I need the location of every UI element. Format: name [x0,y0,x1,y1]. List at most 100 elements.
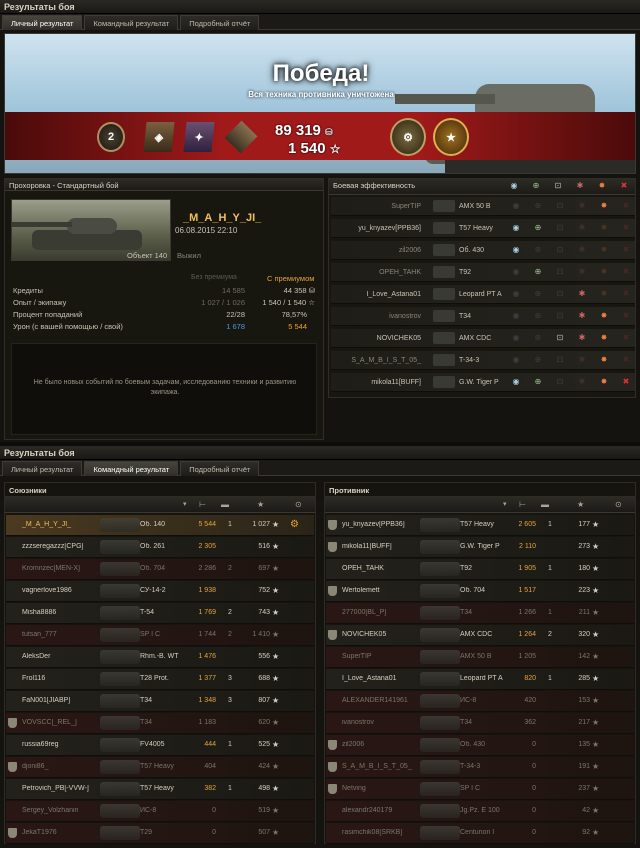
spotted-icon: ◉ [512,333,520,342]
allies-panel: Союзники ▾ ⊢ ▬ ★ ⊙ _M_A_H_Y_JI_ Об. 140 5 … [4,482,316,844]
damage-value: 820 [524,675,536,682]
player-row[interactable]: I_Love_Astana01 Leopard PT A 820 1 285 ★ [326,669,634,690]
damage-value: 0 [212,829,216,836]
player-row[interactable]: NOVICHEK05 AMX CDC 1 264 2 320 ★ [326,625,634,646]
player-row[interactable]: zil2006 Об. 430 0 135 ★ [326,735,634,756]
player-row[interactable]: 277000[BL_P] T34 1 266 1 211 ★ [326,603,634,624]
efficiency-row[interactable]: mikola11[BUFF] G.W. Tiger P ◉ ⊕ ⊡ ✱ ✸ ✖ [331,373,635,392]
vehicle-icon [420,562,460,576]
player-row[interactable]: Netving SP I C 0 237 ★ [326,779,634,800]
medals-col-icon-2[interactable]: ⊙ [615,500,622,509]
xp-col-icon[interactable]: ★ [257,500,264,509]
efficiency-player-name: I_Love_Astana01 [366,291,422,298]
xp-value: 697 [258,565,270,572]
damage-value: 0 [532,785,536,792]
efficiency-row[interactable]: NOVICHEK05 AMX CDC ◉ ⊕ ⊡ ✱ ✸ ✖ [331,329,635,348]
damage-value: 2 286 [198,565,216,572]
player-row[interactable]: OPEH_TAHK T92 1 905 1 180 ★ [326,559,634,580]
player-row[interactable]: JekaT1976 T29 0 507 ★ [6,823,314,844]
xp-star-icon: ★ [272,762,280,771]
assist-icon: ⊡ [556,223,564,232]
damage-col-icon-2[interactable]: ⊢ [519,500,526,509]
sergeant-badge-icon[interactable]: ◈ [143,122,175,152]
player-row[interactable]: Sergey_Volzhanin ИС-8 0 519 ★ [6,801,314,822]
sort-arrow-icon-2[interactable]: ▾ [503,500,507,508]
player-row[interactable]: mikola11[BUFF] G.W. Tiger P2 110 273 ★ [326,537,634,558]
xp-value: 807 [258,697,270,704]
vehicle-icon [100,562,140,576]
damage-value: 1 476 [198,653,216,660]
xp-star-icon: ★ [272,718,280,727]
assist-icon: ⊡ [556,377,564,386]
tab-personal-2[interactable]: Личный результат [2,461,83,476]
kills-value: 1 [548,675,552,682]
col-no-premium: Без премиума [191,274,237,281]
player-row[interactable]: tutsan_777 SP I C1 744 2 1 410 ★ [6,625,314,646]
player-row[interactable]: ALEXANDER141961 ИС-8 420 153 ★ [326,691,634,712]
player-row[interactable]: Petrovich_PB[-VVW-] T57 Heavy 382 1 498 ★ [6,779,314,800]
mastery-medal-icon[interactable]: ⚙ [290,519,299,530]
player-row[interactable]: vagnerlove1986 СУ-14-2 1 938 752 ★ [6,581,314,602]
xp-star-icon: ★ [592,630,600,639]
player-row[interactable]: Frol116 T28 Prot. 1 377 3 688 ★ [6,669,314,690]
efficiency-row[interactable]: zil2006 Об. 430 ◉ ⊕ ⊡ ✱ ✸ ✖ [331,241,635,260]
efficiency-row[interactable]: S_A_M_B_I_S_T_05_ T-34-3 ◉ ⊕ ⊡ ✱ ✸ ✖ [331,351,635,370]
tab-team-2[interactable]: Командный результат [84,461,179,476]
platoon-icon [328,762,337,772]
xp-value: 180 [578,565,590,572]
kills-col-icon-2[interactable]: ▬ [541,500,549,509]
tab-personal[interactable]: Личный результат [2,15,83,30]
kill-icon: ✖ [622,311,630,320]
tab-detailed-2[interactable]: Подробный отчёт [180,461,260,476]
player-row[interactable]: AleksDer Rhm.-B. WT 1 476 556 ★ [6,647,314,668]
kills-col-icon[interactable]: ▬ [221,500,229,509]
player-row[interactable]: rasimchik08[SRKB] Centurion I 0 92 ★ [326,823,634,844]
sort-arrow-icon[interactable]: ▾ [183,500,187,508]
tab-team[interactable]: Командный результат [84,15,179,30]
player-row[interactable]: djoni86_ T57 Heavy 404 424 ★ [6,757,314,778]
player-row[interactable]: ivanostrov T34 362 217 ★ [326,713,634,734]
player-row[interactable]: Kromnzec[MEN-X] Об. 704 2 286 2 697 ★ [6,559,314,580]
xp-value: 498 [258,785,270,792]
kills-value: 2 [228,631,232,638]
medal-badge-icon[interactable]: ✦ [183,122,215,152]
efficiency-row[interactable]: I_Love_Astana01 Leopard PT A ◉ ⊕ ⊡ ✱ ✸ ✖ [331,285,635,304]
damage-value: 0 [532,807,536,814]
player-row[interactable]: alexandr240179 Jg.Pz. E 100 0 42 ★ [326,801,634,822]
efficiency-row[interactable]: ivanostrov T34 ◉ ⊕ ⊡ ✱ ✸ ✖ [331,307,635,326]
player-row[interactable]: SuperTIP AMX 50 B1 205 142 ★ [326,647,634,668]
efficiency-row[interactable]: SuperTIP AMX 50 B ◉ ⊕ ⊡ ✱ ✸ ✖ [331,197,635,216]
damage-col-icon[interactable]: ⊢ [199,500,206,509]
achievement-medal-icon[interactable]: ⚙ [390,118,426,156]
tracked-icon: ⊕ [534,201,542,210]
player-row[interactable]: VOVSCC[_REL_] T34 1 183 620 ★ [6,713,314,734]
kill-icon: ✖ [622,245,630,254]
player-row[interactable]: Wertolemett Об. 704 1 517 223 ★ [326,581,634,602]
xp-value: 525 [258,741,270,748]
player-row[interactable]: S_A_M_B_I_S_T_05_ T-34-3 0 191 ★ [326,757,634,778]
player-row[interactable]: _M_A_H_Y_JI_ Об. 140 5 544 1 1 027 ★ ⚙ [6,515,314,536]
medals-col-icon[interactable]: ⊙ [295,500,302,509]
events-box: Не было новых событий по боевым задачам,… [11,343,317,435]
efficiency-player-name: ivanostrov [389,313,421,320]
xp-col-icon-2[interactable]: ★ [577,500,584,509]
platoon-icon [328,784,337,794]
player-row[interactable]: zzzseregazzz[CPG] Об. 261 2 305 516 ★ [6,537,314,558]
victory-banner: Победа! Вся техника противника уничтожен… [4,33,636,174]
player-row[interactable]: Misha8886 T-54 1 769 2 743 ★ [6,603,314,624]
spotted-icon: ◉ [512,377,520,386]
player-row[interactable]: FaN001[JIABP] T34 1 348 3 807 ★ [6,691,314,712]
player-row[interactable]: russia69reg FV4005 444 1 525 ★ [6,735,314,756]
tab-detailed[interactable]: Подробный отчёт [180,15,260,30]
class-badge[interactable]: 2 [97,122,125,152]
vehicle-icon [100,760,140,774]
efficiency-row[interactable]: yu_knyazev[PPB36] T57 Heavy ◉ ⊕ ⊡ ✱ ✸ ✖ [331,219,635,238]
platoon-icon [8,762,17,772]
mastery-badge-icon[interactable]: ★ [433,118,469,156]
stat-xp-premium: 1 540 / 1 540 ☆ [255,298,315,307]
assist-icon: ⊡ [556,201,564,210]
efficiency-row[interactable]: OPEH_TAHK T92 ◉ ⊕ ⊡ ✱ ✸ ✖ [331,263,635,282]
xp-value: 153 [578,697,590,704]
kills-value: 2 [228,609,232,616]
player-row[interactable]: yu_knyazev[PPB36] T57 Heavy 2 605 1 177 ★ [326,515,634,536]
